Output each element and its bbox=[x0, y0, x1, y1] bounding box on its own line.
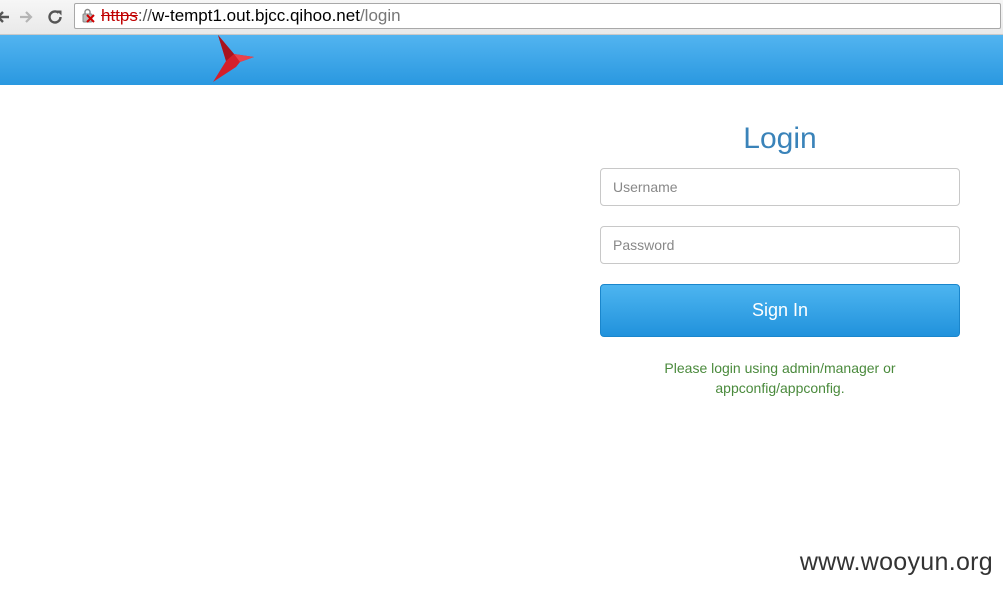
reload-icon bbox=[48, 10, 62, 24]
forward-arrow-icon bbox=[20, 11, 33, 23]
site-header bbox=[0, 35, 1003, 85]
url-path: /login bbox=[359, 6, 401, 25]
url-scheme: https bbox=[101, 6, 138, 25]
login-title: Login bbox=[743, 122, 817, 155]
username-input[interactable] bbox=[600, 168, 960, 206]
login-hint: Please login using admin/manager or appc… bbox=[664, 360, 896, 396]
sign-in-button[interactable]: Sign In bbox=[600, 284, 960, 337]
broken-lock-icon[interactable] bbox=[81, 8, 97, 24]
red-bird-logo bbox=[213, 35, 254, 82]
address-bar[interactable]: https://w-tempt1.out.bjcc.qihoo.net/logi… bbox=[74, 3, 1001, 29]
back-button[interactable] bbox=[0, 6, 14, 28]
forward-button[interactable] bbox=[15, 6, 37, 28]
url-host: w-tempt1.out.bjcc.qihoo.net bbox=[152, 6, 360, 25]
back-arrow-icon bbox=[0, 11, 9, 23]
password-input[interactable] bbox=[600, 226, 960, 264]
reload-button[interactable] bbox=[44, 6, 66, 28]
browser-toolbar: https://w-tempt1.out.bjcc.qihoo.net/logi… bbox=[0, 0, 1003, 35]
watermark: www.wooyun.org bbox=[799, 548, 993, 576]
url-separator: :// bbox=[137, 6, 153, 25]
